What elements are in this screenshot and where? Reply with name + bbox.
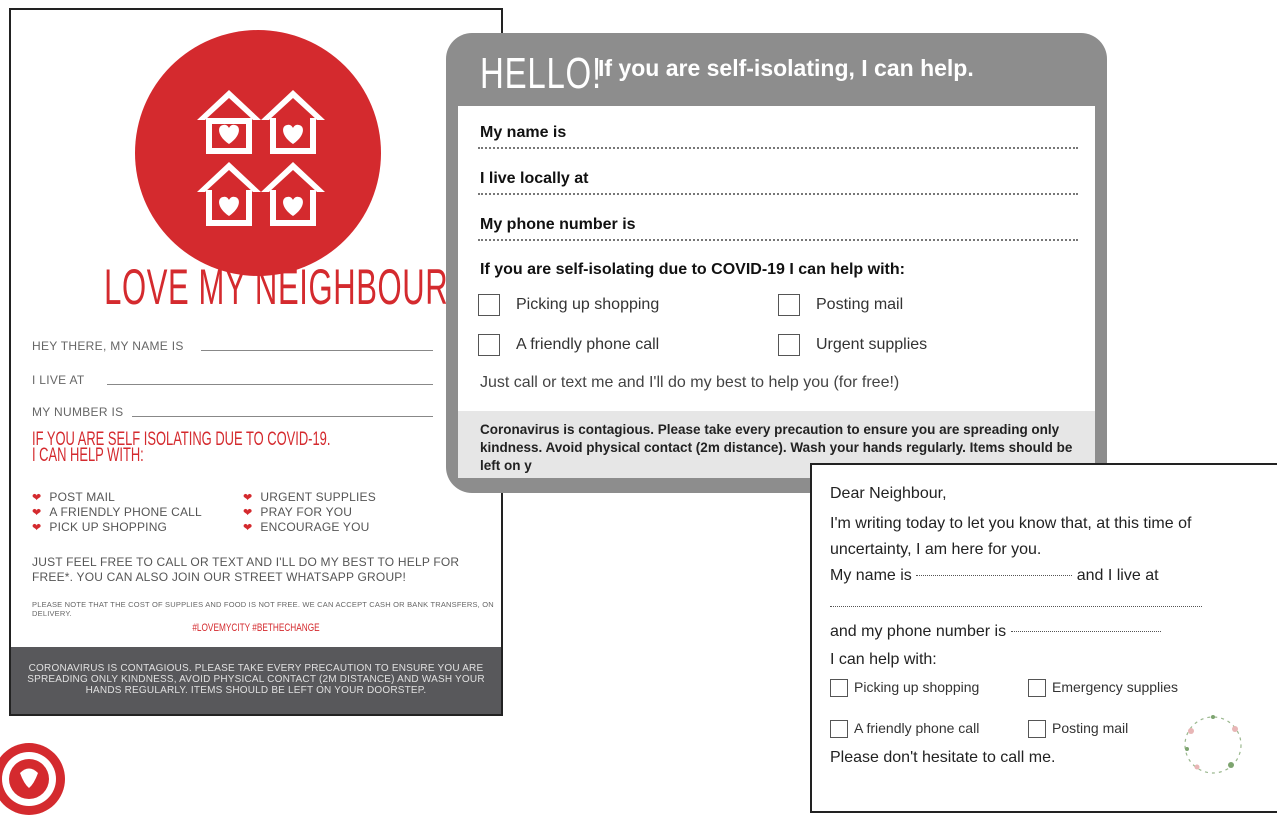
number-line[interactable] (132, 416, 433, 417)
name-dotted-line[interactable] (478, 147, 1078, 149)
help-heading: If you are self-isolating due to COVID-1… (480, 261, 905, 278)
checkbox[interactable] (478, 334, 500, 356)
heart-icon: ❤ (243, 507, 253, 519)
help-heading-line2: I CAN HELP WITH: (32, 445, 144, 466)
checkbox[interactable] (1028, 720, 1046, 739)
address-dotted-line[interactable] (478, 193, 1078, 195)
hello-headline: If you are self-isolating, I can help. (598, 55, 974, 81)
option-emergency-supplies[interactable]: Emergency supplies (1028, 679, 1178, 698)
precaution-footer: CORONAVIRUS IS CONTAGIOUS. PLEASE TAKE E… (11, 647, 501, 714)
hello-card: HELLO! If you are self-isolating, I can … (446, 33, 1107, 493)
wreath-logo (1177, 709, 1249, 781)
name-dotted-line[interactable] (916, 575, 1073, 577)
heart-icon: ❤ (32, 507, 42, 519)
houses-icon (197, 90, 325, 226)
phone-prefix: and my phone number is (830, 623, 1007, 640)
checkbox[interactable] (1028, 679, 1046, 698)
call-note: Just call or text me and I'll do my best… (480, 374, 900, 391)
dear-neighbour-card: Dear Neighbour, I'm writing today to let… (810, 463, 1277, 813)
closing: Please don't hesitate to call me. (830, 749, 1056, 766)
club-badge-logo (0, 740, 68, 818)
option-mail[interactable]: Posting mail (778, 294, 903, 316)
cost-note: PLEASE NOTE THAT THE COST OF SUPPLIES AN… (32, 600, 494, 618)
checkbox[interactable] (778, 294, 800, 316)
card-title: LOVE MY NEIGHBOUR (104, 259, 449, 315)
number-field-label: MY NUMBER IS (32, 405, 124, 419)
heart-icon: ❤ (243, 492, 253, 504)
phone-line: and my phone number is (830, 623, 1161, 641)
option-shopping[interactable]: Picking up shopping (478, 294, 659, 316)
address-label: I live locally at (480, 170, 589, 187)
hello-form: My name is I live locally at My phone nu… (458, 106, 1095, 478)
heart-icon: ❤ (32, 492, 42, 504)
address-dotted-line[interactable] (830, 606, 1202, 607)
address-line[interactable] (107, 384, 433, 385)
name-line: My name is and I live at (830, 567, 1159, 585)
houses-logo (135, 30, 381, 276)
name-line[interactable] (201, 350, 433, 351)
greeting: Dear Neighbour, (830, 485, 947, 502)
heart-icon: ❤ (32, 522, 42, 534)
help-item: ❤ PRAY FOR YOU (243, 505, 353, 519)
checkbox[interactable] (830, 720, 848, 739)
help-item: ❤ POST MAIL (32, 490, 116, 504)
hello-title: HELLO! (480, 49, 602, 98)
option-urgent-supplies[interactable]: Urgent supplies (778, 334, 927, 356)
option-phone-call[interactable]: A friendly phone call (830, 720, 979, 739)
option-mail[interactable]: Posting mail (1028, 720, 1128, 739)
name-suffix: and I live at (1076, 567, 1159, 584)
heart-icon: ❤ (243, 522, 253, 534)
checkbox[interactable] (778, 334, 800, 356)
checkbox[interactable] (478, 294, 500, 316)
name-prefix: My name is (830, 567, 912, 584)
help-with-label: I can help with: (830, 651, 937, 668)
letter-line1: I'm writing today to let you know that, … (830, 515, 1192, 532)
phone-dotted-line[interactable] (1010, 631, 1161, 633)
option-shopping[interactable]: Picking up shopping (830, 679, 979, 698)
help-item: ❤ A FRIENDLY PHONE CALL (32, 505, 202, 519)
phone-dotted-line[interactable] (478, 239, 1078, 241)
name-label: My name is (480, 124, 567, 141)
help-item: ❤ ENCOURAGE YOU (243, 520, 370, 534)
badge-icon (0, 743, 65, 815)
name-field-label: HEY THERE, MY NAME IS (32, 339, 184, 353)
help-paragraph: JUST FEEL FREE TO CALL OR TEXT AND I'LL … (32, 555, 460, 584)
address-field-label: I LIVE AT (32, 373, 85, 387)
help-item: ❤ PICK UP SHOPPING (32, 520, 168, 534)
help-heading: IF YOU ARE SELF ISOLATING DUE TO COVID-1… (32, 430, 330, 466)
help-item: ❤ URGENT SUPPLIES (243, 490, 376, 504)
letter-line2: uncertainty, I am here for you. (830, 541, 1042, 558)
hashtags: #LOVEMYCITY #BETHECHANGE (192, 622, 320, 634)
love-my-neighbour-card: LOVE MY NEIGHBOUR HEY THERE, MY NAME IS … (9, 8, 503, 716)
wreath-icon (1184, 715, 1242, 774)
checkbox[interactable] (830, 679, 848, 698)
phone-label: My phone number is (480, 216, 636, 233)
option-phone-call[interactable]: A friendly phone call (478, 334, 659, 356)
